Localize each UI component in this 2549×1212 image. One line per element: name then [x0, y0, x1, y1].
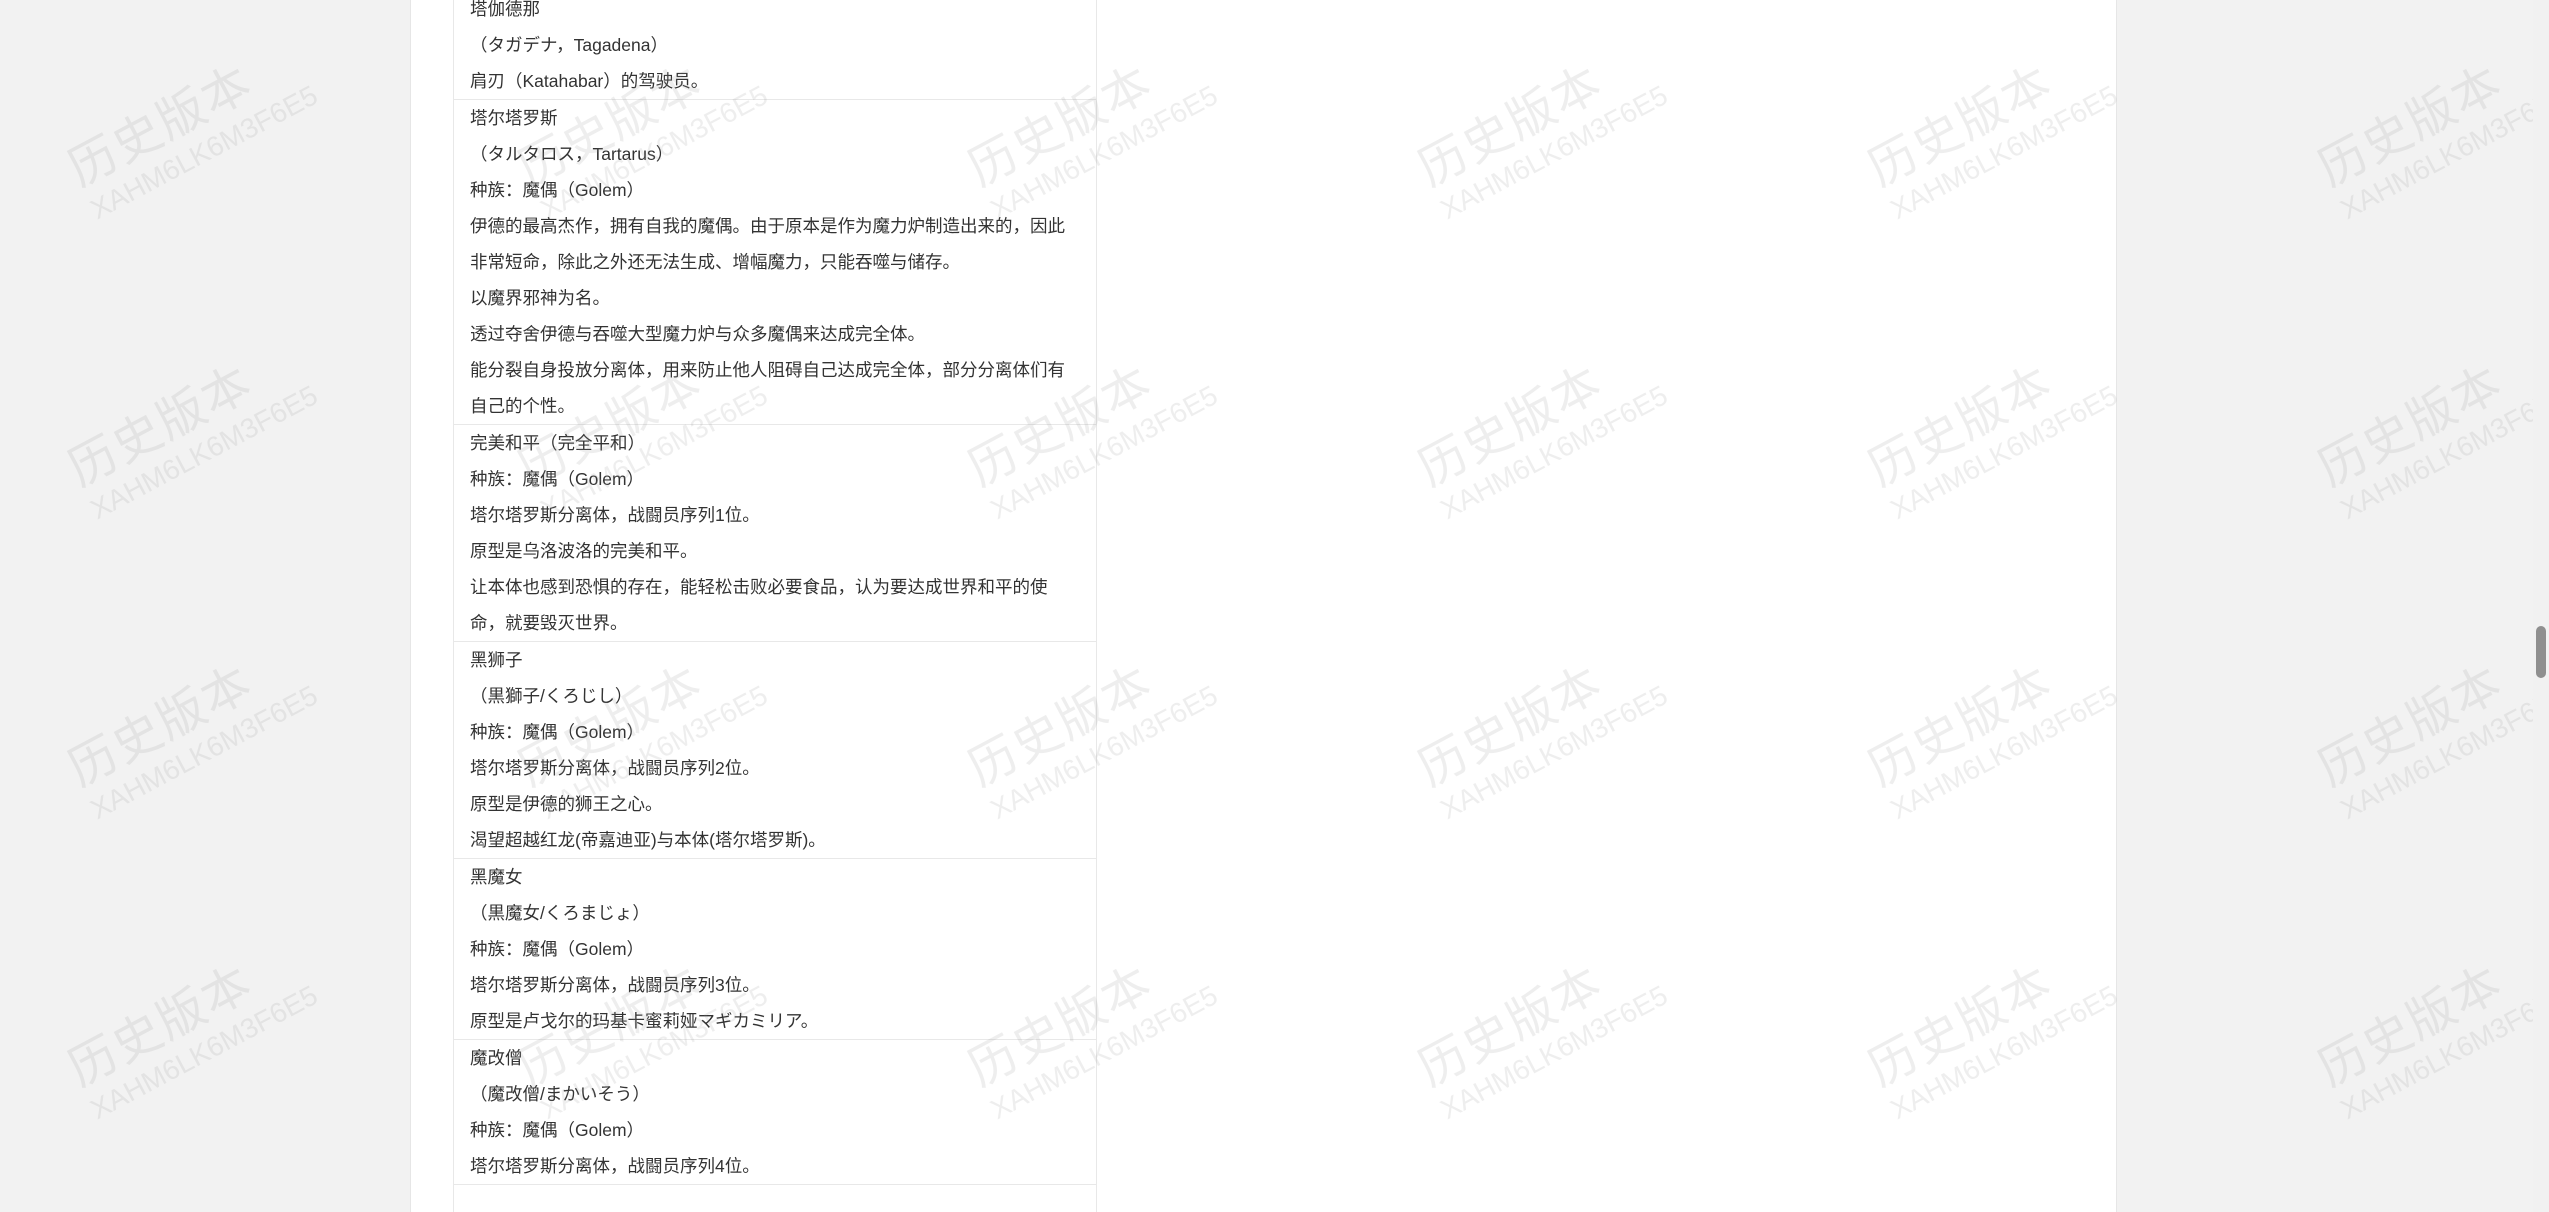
watermark: 历史版本XAHM6LK6M3F6E5: [2310, 932, 2549, 1126]
table-row: 完美和平（完全平和） 种族：魔偶（Golem） 塔尔塔罗斯分离体，战闘员序列1位。原…: [454, 425, 1096, 642]
watermark-code: XAHM6LK6M3F6E5: [85, 679, 323, 826]
entry-text: 渴望超越红龙(帝嘉迪亚)与本体(塔尔塔罗斯)。: [470, 830, 826, 850]
entry-text: 种族：魔偶（Golem）: [470, 722, 645, 742]
watermark: 历史版本XAHM6LK6M3F6E5: [60, 32, 323, 226]
entry-name: 塔伽德那: [470, 0, 540, 19]
scrollbar-thumb[interactable]: [2536, 626, 2546, 678]
watermark-title: 历史版本: [60, 656, 262, 797]
table-row: 塔尔塔罗斯 （タルタロス，Tartarus） 种族：魔偶（Golem） 伊德的最高杰作…: [454, 100, 1096, 425]
watermark-title: 历史版本: [60, 956, 262, 1097]
entry-text: 塔尔塔罗斯分离体，战闘员序列3位。: [470, 975, 760, 995]
watermark-code: XAHM6LK6M3F6E5: [2335, 679, 2549, 826]
entry-text: （タガデナ，Tagadena）: [470, 35, 668, 55]
entry-text: 伊德的最高杰作，拥有自我的魔偶。由于原本是作为魔力炉制造出来的，因此非常短命，除…: [470, 216, 1065, 272]
watermark-code: XAHM6LK6M3F6E5: [2335, 79, 2549, 226]
watermark: 历史版本XAHM6LK6M3F6E5: [60, 332, 323, 526]
content-table: 塔伽德那 （タガデナ，Tagadena） 肩刃（Katahabar）的驾驶员。 塔尔塔…: [453, 0, 1508, 1212]
entry-text: 原型是伊德的狮王之心。: [470, 794, 663, 814]
entry-name: 黑魔女: [470, 867, 523, 887]
entry-text: 肩刃（Katahabar）的驾驶员。: [470, 71, 709, 91]
watermark-code: XAHM6LK6M3F6E5: [85, 979, 323, 1126]
watermark-title: 历史版本: [2310, 56, 2512, 197]
vertical-scrollbar[interactable]: [2533, 0, 2549, 1212]
entry-text: （黒獅子/くろじし）: [470, 686, 633, 706]
table-row: 魔改僧 （魔改僧/まかいそう） 种族：魔偶（Golem） 塔尔塔罗斯分离体，战闘员序列…: [454, 1040, 1096, 1185]
entry-text: 让本体也感到恐惧的存在，能轻松击败必要食品，认为要达成世界和平的使命，就要毁灭世…: [470, 577, 1048, 633]
watermark-code: XAHM6LK6M3F6E5: [85, 79, 323, 226]
watermark-code: XAHM6LK6M3F6E5: [85, 379, 323, 526]
entry-text: （タルタロス，Tartarus）: [470, 144, 674, 164]
entry-text: 原型是卢戈尔的玛基卡蜜莉娅マギカミリア。: [470, 1011, 819, 1031]
watermark: 历史版本XAHM6LK6M3F6E5: [2310, 632, 2549, 826]
entry-text: 能分裂自身投放分离体，用来防止他人阻碍自己达成完全体，部分分离体们有自己的个性。: [470, 360, 1065, 416]
watermark: 历史版本XAHM6LK6M3F6E5: [2310, 332, 2549, 526]
watermark-code: XAHM6LK6M3F6E5: [2335, 979, 2549, 1126]
entry-text: 以魔界邪神为名。: [470, 288, 610, 308]
entry-text: 塔尔塔罗斯分离体，战闘员序列1位。: [470, 505, 760, 525]
entry-text: 塔尔塔罗斯分离体，战闘员序列2位。: [470, 758, 760, 778]
entry-name: 完美和平（完全平和）: [470, 433, 645, 453]
entry-text: 原型是乌洛波洛的完美和平。: [470, 541, 698, 561]
entry-text: 透过夺舍伊德与吞噬大型魔力炉与众多魔偶来达成完全体。: [470, 324, 925, 344]
watermark-title: 历史版本: [2310, 956, 2512, 1097]
table-row: 塔伽德那 （タガデナ，Tagadena） 肩刃（Katahabar）的驾驶员。: [454, 0, 1096, 100]
entry-name: 魔改僧: [470, 1048, 523, 1068]
entry-list: 塔伽德那 （タガデナ，Tagadena） 肩刃（Katahabar）的驾驶员。 塔尔塔…: [454, 0, 1096, 1185]
entry-text: 种族：魔偶（Golem）: [470, 469, 645, 489]
table-column-left: 塔伽德那 （タガデナ，Tagadena） 肩刃（Katahabar）的驾驶员。 塔尔塔…: [454, 0, 1097, 1212]
watermark-title: 历史版本: [2310, 356, 2512, 497]
entry-text: （魔改僧/まかいそう）: [470, 1084, 650, 1104]
watermark: 历史版本XAHM6LK6M3F6E5: [60, 632, 323, 826]
watermark: 历史版本XAHM6LK6M3F6E5: [60, 932, 323, 1126]
watermark-title: 历史版本: [60, 356, 262, 497]
watermark-title: 历史版本: [2310, 656, 2512, 797]
entry-text: 塔尔塔罗斯分离体，战闘员序列4位。: [470, 1156, 760, 1176]
entry-text: 种族：魔偶（Golem）: [470, 939, 645, 959]
entry-text: 种族：魔偶（Golem）: [470, 1120, 645, 1140]
document-page: 塔伽德那 （タガデナ，Tagadena） 肩刃（Katahabar）的驾驶员。 塔尔塔…: [410, 0, 2117, 1212]
watermark-code: XAHM6LK6M3F6E5: [2335, 379, 2549, 526]
entry-name: 黑狮子: [470, 650, 523, 670]
entry-name: 塔尔塔罗斯: [470, 108, 558, 128]
watermark: 历史版本XAHM6LK6M3F6E5: [2310, 32, 2549, 226]
table-row: 黑魔女 （黒魔女/くろまじょ） 种族：魔偶（Golem） 塔尔塔罗斯分离体，战闘员序列…: [454, 859, 1096, 1040]
entry-text: （黒魔女/くろまじょ）: [470, 903, 650, 923]
entry-text: 种族：魔偶（Golem）: [470, 180, 645, 200]
watermark-title: 历史版本: [60, 56, 262, 197]
table-row: 黑狮子 （黒獅子/くろじし） 种族：魔偶（Golem） 塔尔塔罗斯分离体，战闘员序列2…: [454, 642, 1096, 859]
